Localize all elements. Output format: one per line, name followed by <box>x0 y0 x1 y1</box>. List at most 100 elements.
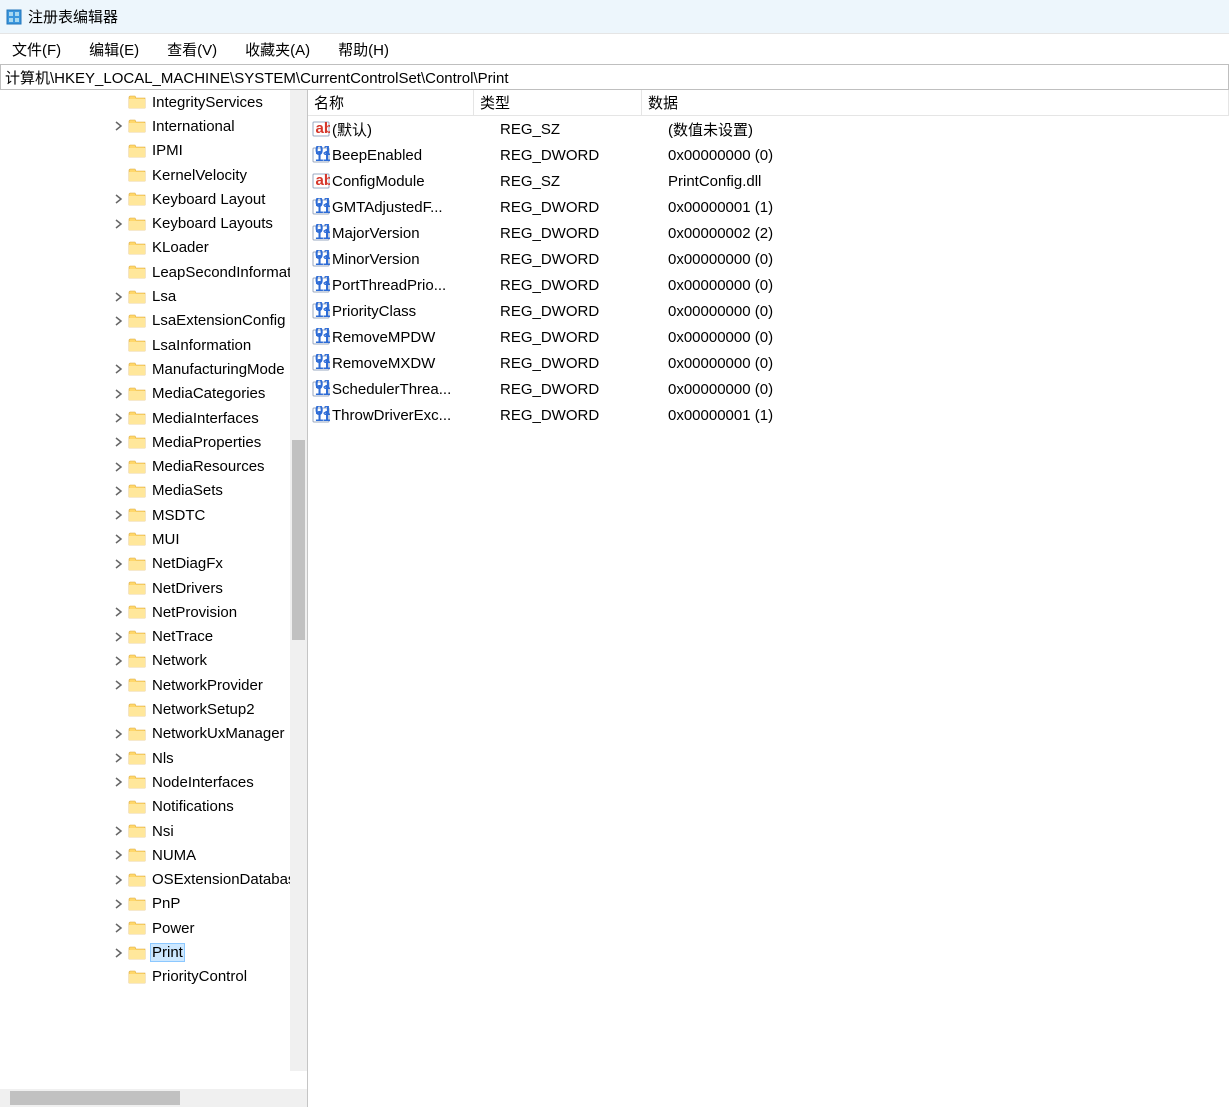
tree-item[interactable]: Nsi <box>0 819 307 843</box>
scrollbar-thumb[interactable] <box>292 440 305 640</box>
chevron-right-icon[interactable] <box>112 387 126 401</box>
tree-item[interactable]: Keyboard Layouts <box>0 211 307 235</box>
list-row[interactable]: BeepEnabledREG_DWORD0x00000000 (0) <box>308 142 1229 168</box>
tree-item[interactable]: NetworkSetup2 <box>0 697 307 721</box>
list-row[interactable]: MajorVersionREG_DWORD0x00000002 (2) <box>308 220 1229 246</box>
tree-item[interactable]: NUMA <box>0 843 307 867</box>
chevron-right-icon[interactable] <box>112 605 126 619</box>
list-row[interactable]: SchedulerThrea...REG_DWORD0x00000000 (0) <box>308 376 1229 402</box>
tree-item[interactable]: Lsa <box>0 284 307 308</box>
tree-item[interactable]: LeapSecondInformation <box>0 260 307 284</box>
tree-item[interactable]: Nls <box>0 746 307 770</box>
tree-item[interactable]: MUI <box>0 527 307 551</box>
tree-item[interactable]: NetworkUxManager <box>0 722 307 746</box>
chevron-right-icon[interactable] <box>112 873 126 887</box>
chevron-right-icon[interactable] <box>112 678 126 692</box>
chevron-right-icon[interactable] <box>112 411 126 425</box>
chevron-right-icon[interactable] <box>112 897 126 911</box>
chevron-right-icon[interactable] <box>112 654 126 668</box>
tree-item[interactable]: International <box>0 114 307 138</box>
chevron-right-icon[interactable] <box>112 848 126 862</box>
chevron-right-icon[interactable] <box>112 727 126 741</box>
tree-item[interactable]: OSExtensionDatabase <box>0 868 307 892</box>
tree-item[interactable]: Notifications <box>0 795 307 819</box>
tree-scrollbar-horizontal[interactable] <box>0 1089 307 1107</box>
value-data: 0x00000000 (0) <box>662 147 1229 164</box>
tree-item[interactable]: NetworkProvider <box>0 673 307 697</box>
menu-file[interactable]: 文件(F) <box>4 36 69 63</box>
address-bar[interactable]: 计算机\HKEY_LOCAL_MACHINE\SYSTEM\CurrentCon… <box>0 64 1229 90</box>
tree-item[interactable]: IntegrityServices <box>0 90 307 114</box>
chevron-right-icon[interactable] <box>112 630 126 644</box>
list-row[interactable]: PriorityClassREG_DWORD0x00000000 (0) <box>308 298 1229 324</box>
chevron-right-icon[interactable] <box>112 484 126 498</box>
list-row[interactable]: MinorVersionREG_DWORD0x00000000 (0) <box>308 246 1229 272</box>
tree-item[interactable]: NetDiagFx <box>0 552 307 576</box>
tree-item[interactable]: MSDTC <box>0 503 307 527</box>
list-row[interactable]: RemoveMPDWREG_DWORD0x00000000 (0) <box>308 324 1229 350</box>
value-type: REG_DWORD <box>494 303 662 320</box>
tree-item[interactable]: Keyboard Layout <box>0 187 307 211</box>
tree-item[interactable]: PnP <box>0 892 307 916</box>
tree-item[interactable]: KLoader <box>0 236 307 260</box>
tree-item[interactable]: Power <box>0 916 307 940</box>
column-header-data[interactable]: 数据 <box>642 90 1229 115</box>
chevron-right-icon[interactable] <box>112 824 126 838</box>
chevron-right-icon[interactable] <box>112 314 126 328</box>
tree-item[interactable]: LsaInformation <box>0 333 307 357</box>
list-row[interactable]: RemoveMXDWREG_DWORD0x00000000 (0) <box>308 350 1229 376</box>
chevron-right-icon[interactable] <box>112 217 126 231</box>
tree-item[interactable]: NetProvision <box>0 600 307 624</box>
tree-item[interactable]: MediaResources <box>0 454 307 478</box>
chevron-right-icon[interactable] <box>112 775 126 789</box>
tree-item-label: MediaResources <box>150 457 267 476</box>
menu-help[interactable]: 帮助(H) <box>330 36 397 63</box>
chevron-right-icon[interactable] <box>112 557 126 571</box>
menu-favorites[interactable]: 收藏夹(A) <box>237 36 318 63</box>
list-body[interactable]: (默认)REG_SZ(数值未设置)BeepEnabledREG_DWORD0x0… <box>308 116 1229 1107</box>
menu-view[interactable]: 查看(V) <box>159 36 225 63</box>
value-data: 0x00000000 (0) <box>662 355 1229 372</box>
tree-item[interactable]: MediaCategories <box>0 382 307 406</box>
chevron-right-icon[interactable] <box>112 532 126 546</box>
value-name: (默认) <box>332 119 494 140</box>
chevron-right-icon[interactable] <box>112 921 126 935</box>
chevron-right-icon[interactable] <box>112 946 126 960</box>
tree-item[interactable]: Network <box>0 649 307 673</box>
tree-item[interactable]: MediaProperties <box>0 430 307 454</box>
value-type: REG_DWORD <box>494 147 662 164</box>
tree-scrollbar-vertical[interactable] <box>290 90 307 1071</box>
chevron-right-icon[interactable] <box>112 460 126 474</box>
list-row[interactable]: GMTAdjustedF...REG_DWORD0x00000001 (1) <box>308 194 1229 220</box>
tree-item[interactable]: Print <box>0 940 307 964</box>
list-row[interactable]: (默认)REG_SZ(数值未设置) <box>308 116 1229 142</box>
tree-item[interactable]: PriorityControl <box>0 965 307 989</box>
tree-item[interactable]: NetTrace <box>0 625 307 649</box>
chevron-right-icon[interactable] <box>112 508 126 522</box>
menu-edit[interactable]: 编辑(E) <box>81 36 147 63</box>
folder-icon <box>128 336 146 354</box>
chevron-right-icon[interactable] <box>112 290 126 304</box>
column-header-name[interactable]: 名称 <box>308 90 474 115</box>
value-name: MinorVersion <box>332 251 494 268</box>
tree-item[interactable]: MediaInterfaces <box>0 406 307 430</box>
chevron-right-icon[interactable] <box>112 751 126 765</box>
list-row[interactable]: ThrowDriverExc...REG_DWORD0x00000001 (1) <box>308 402 1229 428</box>
tree-item[interactable]: NetDrivers <box>0 576 307 600</box>
chevron-right-icon[interactable] <box>112 362 126 376</box>
chevron-right-icon[interactable] <box>112 119 126 133</box>
tree-content[interactable]: IntegrityServicesInternationalIPMIKernel… <box>0 90 307 1089</box>
tree-item[interactable]: KernelVelocity <box>0 163 307 187</box>
tree-item[interactable]: ManufacturingMode <box>0 357 307 381</box>
list-row[interactable]: ConfigModuleREG_SZPrintConfig.dll <box>308 168 1229 194</box>
list-row[interactable]: PortThreadPrio...REG_DWORD0x00000000 (0) <box>308 272 1229 298</box>
tree-item[interactable]: NodeInterfaces <box>0 770 307 794</box>
chevron-right-icon[interactable] <box>112 435 126 449</box>
value-data: (数值未设置) <box>662 119 1229 140</box>
scrollbar-thumb[interactable] <box>10 1091 180 1105</box>
chevron-right-icon[interactable] <box>112 192 126 206</box>
tree-item[interactable]: MediaSets <box>0 479 307 503</box>
tree-item[interactable]: LsaExtensionConfig <box>0 309 307 333</box>
tree-item[interactable]: IPMI <box>0 139 307 163</box>
column-header-type[interactable]: 类型 <box>474 90 642 115</box>
